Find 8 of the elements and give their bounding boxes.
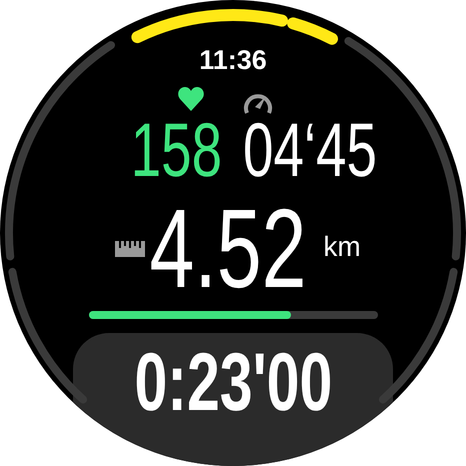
clock-time: 11:36 bbox=[199, 45, 267, 75]
duration-value: 0:23'00 bbox=[134, 345, 332, 421]
heart-rate-value: 158 bbox=[130, 115, 222, 187]
distance-unit: km bbox=[323, 231, 361, 263]
ruler-icon bbox=[115, 241, 146, 257]
heart-icon bbox=[178, 87, 204, 111]
pace-value: 04‘45 bbox=[243, 115, 378, 187]
distance-value: 4.52 bbox=[150, 201, 307, 297]
